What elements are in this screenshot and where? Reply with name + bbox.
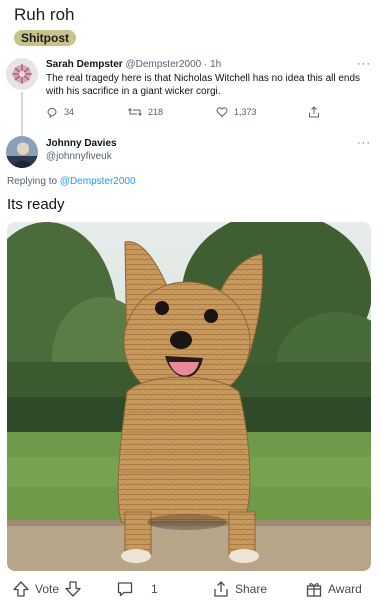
reply-author-handle[interactable]: @johnnyfiveuk: [46, 151, 112, 162]
heart-icon: [216, 107, 228, 118]
share-button[interactable]: Share: [212, 580, 267, 598]
gift-icon: [306, 583, 322, 597]
tweet-text: The real tragedy here is that Nicholas W…: [46, 73, 361, 97]
share-tweet-action[interactable]: [308, 106, 320, 118]
vote-label: Vote: [35, 582, 60, 596]
replying-to-handle[interactable]: @Dempster2000: [60, 176, 136, 187]
share-icon: [214, 581, 228, 597]
reply-author-avatar[interactable]: [6, 136, 38, 168]
tweet-actions: 34 218 1,373: [46, 106, 336, 120]
reply-icon: [47, 107, 57, 118]
tweet-card: Sarah Dempster @Dempster2000 · 1h ··· Th…: [0, 0, 383, 140]
thread-line: [21, 92, 23, 136]
post-image[interactable]: [7, 222, 371, 571]
retweet-count: 218: [148, 107, 164, 117]
downvote-icon[interactable]: [64, 580, 82, 598]
more-dots-icon[interactable]: ···: [357, 137, 371, 149]
tweet-author[interactable]: Sarah Dempster @Dempster2000 · 1h: [46, 59, 221, 70]
comment-icon: [117, 582, 133, 597]
tweet-author-handle[interactable]: @Dempster2000: [125, 59, 201, 70]
like-count: 1,373: [234, 107, 257, 117]
share-icon: [309, 106, 319, 118]
reply-action[interactable]: 34: [46, 106, 74, 118]
comments-count: 1: [151, 582, 158, 596]
tweet-time: · 1h: [204, 59, 222, 70]
post-action-bar: Vote 1 Share Award: [0, 576, 383, 600]
reply-count: 34: [64, 107, 75, 117]
award-label: Award: [328, 582, 362, 596]
share-label: Share: [235, 582, 268, 596]
tweet-author-avatar[interactable]: [6, 58, 38, 90]
retweet-icon: [128, 108, 142, 116]
award-button[interactable]: Award: [305, 580, 362, 598]
retweet-action[interactable]: 218: [128, 106, 163, 118]
reply-text: Its ready: [7, 196, 65, 213]
replying-to-label: Replying to: [7, 176, 58, 187]
reply-author-name[interactable]: Johnny Davies: [46, 138, 117, 149]
vote-control: Vote: [12, 580, 82, 598]
like-action[interactable]: 1,373: [216, 106, 257, 118]
more-dots-icon[interactable]: ···: [357, 58, 371, 70]
tweet-author-name[interactable]: Sarah Dempster: [46, 59, 123, 70]
upvote-icon[interactable]: [12, 580, 30, 598]
replying-to: Replying to @Dempster2000: [7, 176, 136, 187]
comments-button[interactable]: 1: [116, 580, 158, 598]
